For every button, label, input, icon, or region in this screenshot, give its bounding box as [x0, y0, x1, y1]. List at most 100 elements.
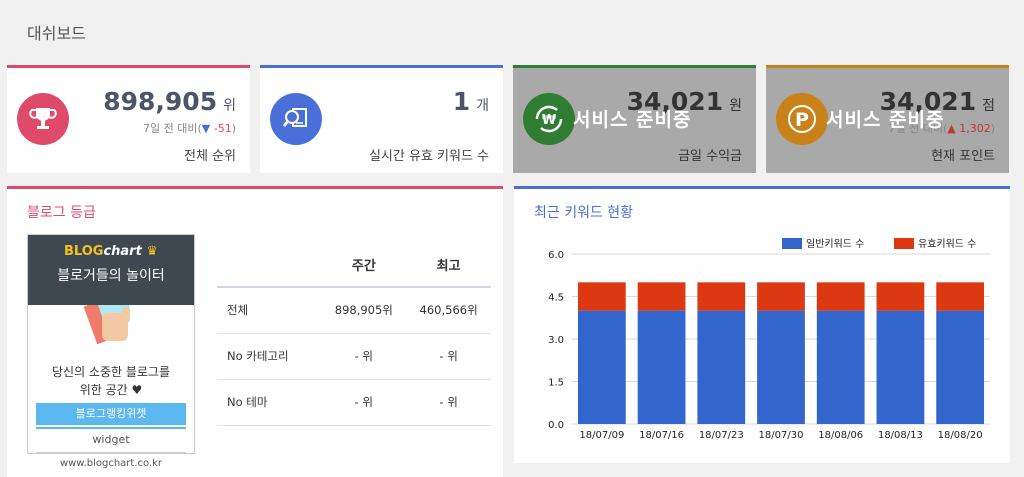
x-tick-label: 18/08/20: [938, 430, 983, 441]
row-best: 460,566위: [406, 287, 491, 334]
rank-header-best: 최고: [406, 242, 491, 288]
table-row: 전체 898,905위 460,566위: [217, 287, 491, 334]
earnings-label: 금일 수익금: [678, 149, 742, 164]
row-label: No 테마: [217, 379, 322, 426]
legend-label: 일반키워드 수: [806, 237, 864, 250]
bar-valid-keywords: [816, 282, 865, 311]
keyword-bar-chart: 0.0 1.5 3.0 4.5 6.0 18/07/09 18/07/16 18/07/23 1…: [548, 237, 990, 441]
row-weekly: 898,905위: [321, 287, 407, 334]
x-tick-label: 18/07/23: [699, 430, 744, 441]
up-arrow-icon: ▲: [947, 122, 956, 135]
blogchart-widget[interactable]: BLOGchart ♛ 블로거들의 놀이터 당신의 소중한 블로그를 위한 공간…: [27, 234, 195, 469]
widget-divider: [36, 427, 186, 429]
keyword-chart-panel: 최근 키워드 현황 0.0 1.5 3.0 4.5 6.0 18/07/09 18/07/1…: [514, 186, 1010, 463]
row-weekly: - 위: [321, 379, 407, 426]
card-accent-bar: [513, 65, 756, 68]
widget-tagline: 블로거들의 놀이터: [57, 268, 165, 284]
rank-header-weekly: 주간: [321, 242, 407, 288]
y-tick-label: 6.0: [548, 250, 564, 261]
rank-change-suffix: ): [231, 122, 236, 135]
keyword-card: 1 개 실시간 유효 키워드 수: [260, 65, 503, 173]
blog-ranking-widget-button[interactable]: 블로그랭킹위젯: [36, 403, 186, 425]
y-tick-label: 1.5: [548, 378, 564, 389]
blog-grade-panel: 블로그 등급 BLOGchart ♛ 블로거들의 놀이터 당신의 소중한 블로그…: [7, 186, 503, 477]
legend-label: 유효키워드 수: [918, 237, 976, 250]
rank-header-blank: [217, 242, 322, 288]
rank-label: 전체 순위: [184, 149, 236, 164]
bar-valid-keywords: [577, 282, 626, 311]
widget-text-line1: 당신의 소중한 블로그를: [51, 365, 171, 379]
bar-valid-keywords: [757, 282, 805, 311]
card-accent-bar: [766, 65, 1009, 68]
x-tick-label: 18/08/13: [878, 430, 923, 441]
points-change-suffix: ): [990, 122, 995, 135]
widget-url[interactable]: www.blogchart.co.kr: [36, 452, 186, 469]
widget-header: BLOGchart ♛ 블로거들의 놀이터: [28, 235, 194, 305]
rank-change-value: -51: [213, 122, 232, 135]
bar-valid-keywords: [697, 282, 746, 311]
row-label: 전체: [217, 287, 322, 334]
points-unit: 점: [982, 98, 995, 114]
point-coin-icon: P: [776, 93, 828, 145]
rank-unit: 위: [223, 98, 236, 114]
keyword-count-value: 1: [452, 87, 471, 116]
svg-text:P: P: [795, 109, 809, 131]
bar-normal-keywords: [577, 310, 626, 424]
trophy-icon: [17, 93, 69, 145]
row-label: No 카테고리: [217, 333, 322, 380]
widget-logo-b: chart: [103, 244, 142, 259]
thumbs-up-icon: [28, 305, 194, 355]
y-tick-label: 4.5: [548, 293, 564, 304]
earnings-unit: 원: [729, 98, 742, 114]
bar-normal-keywords: [697, 310, 746, 424]
bar-normal-keywords: [876, 310, 925, 424]
y-tick-label: 3.0: [548, 335, 564, 346]
points-card: P 34,021 점 7일 전 대비(▲ 1,302) 현재 포인트 서비스 준…: [766, 65, 1009, 173]
x-tick-label: 18/07/09: [579, 430, 624, 441]
x-tick-label: 18/07/30: [759, 430, 804, 441]
rank-table: 주간 최고 전체 898,905위 460,566위 No 카테고리 - 위 -…: [217, 242, 491, 426]
rank-change-prefix: 7일 전 대비(: [143, 122, 202, 135]
card-accent-bar: [260, 65, 503, 68]
bar-valid-keywords: [876, 282, 925, 311]
bar-valid-keywords: [936, 282, 985, 311]
row-weekly: - 위: [321, 333, 407, 380]
rank-value: 898,905: [103, 87, 218, 116]
table-row: No 카테고리 - 위 - 위: [217, 333, 491, 380]
row-best: - 위: [406, 379, 491, 426]
widget-text-line2: 위한 공간 ♥: [79, 383, 143, 397]
row-best: - 위: [406, 333, 491, 380]
service-preparing-overlay: 서비스 준비중: [573, 109, 692, 131]
y-tick-label: 0.0: [548, 420, 564, 431]
blog-grade-title: 블로그 등급: [27, 205, 96, 221]
panel-accent-bar: [514, 186, 1010, 189]
bar-normal-keywords: [816, 310, 865, 424]
widget-logo: BLOGchart ♛: [28, 235, 194, 259]
keyword-count-label: 실시간 유효 키워드 수: [368, 149, 489, 164]
bar-valid-keywords: [637, 282, 686, 311]
widget-sub-label: widget: [92, 433, 130, 446]
svg-text:₩: ₩: [542, 113, 557, 128]
rank-card: 898,905 위 7일 전 대비(▼ -51) 전체 순위: [7, 65, 250, 173]
legend-swatch: [782, 238, 802, 249]
page-title: 대쉬보드: [27, 24, 86, 43]
x-tick-label: 18/07/16: [639, 430, 684, 441]
earnings-card: ₩ 34,021 원 금일 수익금 서비스 준비중: [513, 65, 756, 173]
keyword-chart-title: 최근 키워드 현황: [534, 205, 634, 221]
keyword-count-unit: 개: [476, 98, 489, 114]
bar-normal-keywords: [637, 310, 686, 424]
points-change-value: 1,302: [959, 122, 991, 135]
points-label: 현재 포인트: [931, 149, 995, 164]
panel-accent-bar: [7, 186, 503, 189]
x-tick-label: 18/08/06: [818, 430, 863, 441]
table-row: No 테마 - 위 - 위: [217, 379, 491, 426]
widget-text: 당신의 소중한 블로그를 위한 공간 ♥: [28, 363, 194, 399]
down-arrow-icon: ▼: [201, 122, 211, 135]
service-preparing-overlay: 서비스 준비중: [826, 109, 945, 131]
rank-change: 7일 전 대비(▼ -51): [143, 120, 236, 136]
bar-normal-keywords: [757, 310, 805, 424]
won-coin-icon: ₩: [523, 93, 575, 145]
card-accent-bar: [7, 65, 250, 68]
crown-icon: ♛: [141, 244, 158, 259]
bar-normal-keywords: [936, 310, 985, 424]
